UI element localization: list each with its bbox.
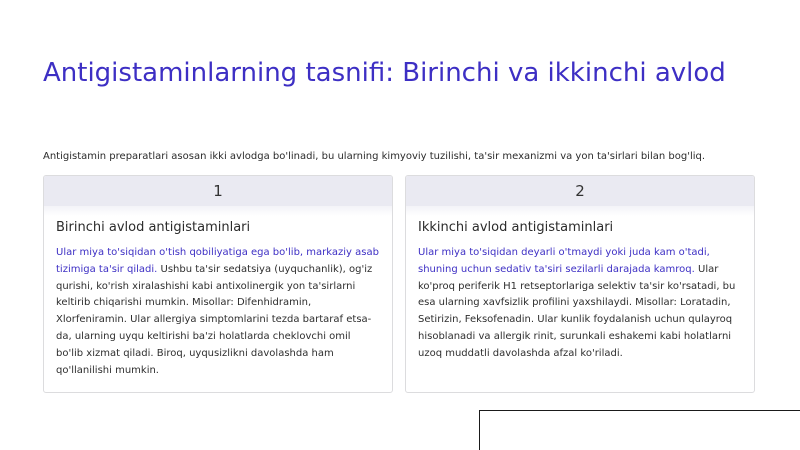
card-number: 2 — [575, 182, 585, 200]
card-heading: Ikkinchi avlod antigistaminlari — [418, 220, 614, 235]
card-header-fade — [44, 206, 392, 216]
intro-text: Antigistamin preparatlari asosan ikki av… — [43, 151, 706, 162]
card-number: 1 — [213, 182, 223, 200]
card-number-header: 1 — [44, 176, 392, 206]
page-title: Antigistaminlarning tasnifi: Birinchi va… — [43, 58, 726, 88]
card-number-header: 2 — [406, 176, 754, 206]
card-body-text: Ular ko'proq periferik H1 retseptorlarig… — [418, 263, 736, 359]
card-body-text: Ushbu ta'sir sedatsiya (uyquchanlik), og… — [56, 263, 373, 376]
card-highlight-text: Ular miya to'siqidan deyarli o'tmaydi yo… — [418, 247, 710, 275]
card-header-fade — [406, 206, 754, 216]
overlay-panel — [479, 410, 800, 450]
card-body: Ular miya to'siqidan o'tish qobiliyatiga… — [56, 245, 380, 379]
card-first-generation: 1 Birinchi avlod antigistaminlari Ular m… — [43, 175, 393, 393]
card-second-generation: 2 Ikkinchi avlod antigistaminlari Ular m… — [405, 175, 755, 393]
card-heading: Birinchi avlod antigistaminlari — [56, 220, 251, 235]
card-body: Ular miya to'siqidan deyarli o'tmaydi yo… — [418, 245, 742, 363]
